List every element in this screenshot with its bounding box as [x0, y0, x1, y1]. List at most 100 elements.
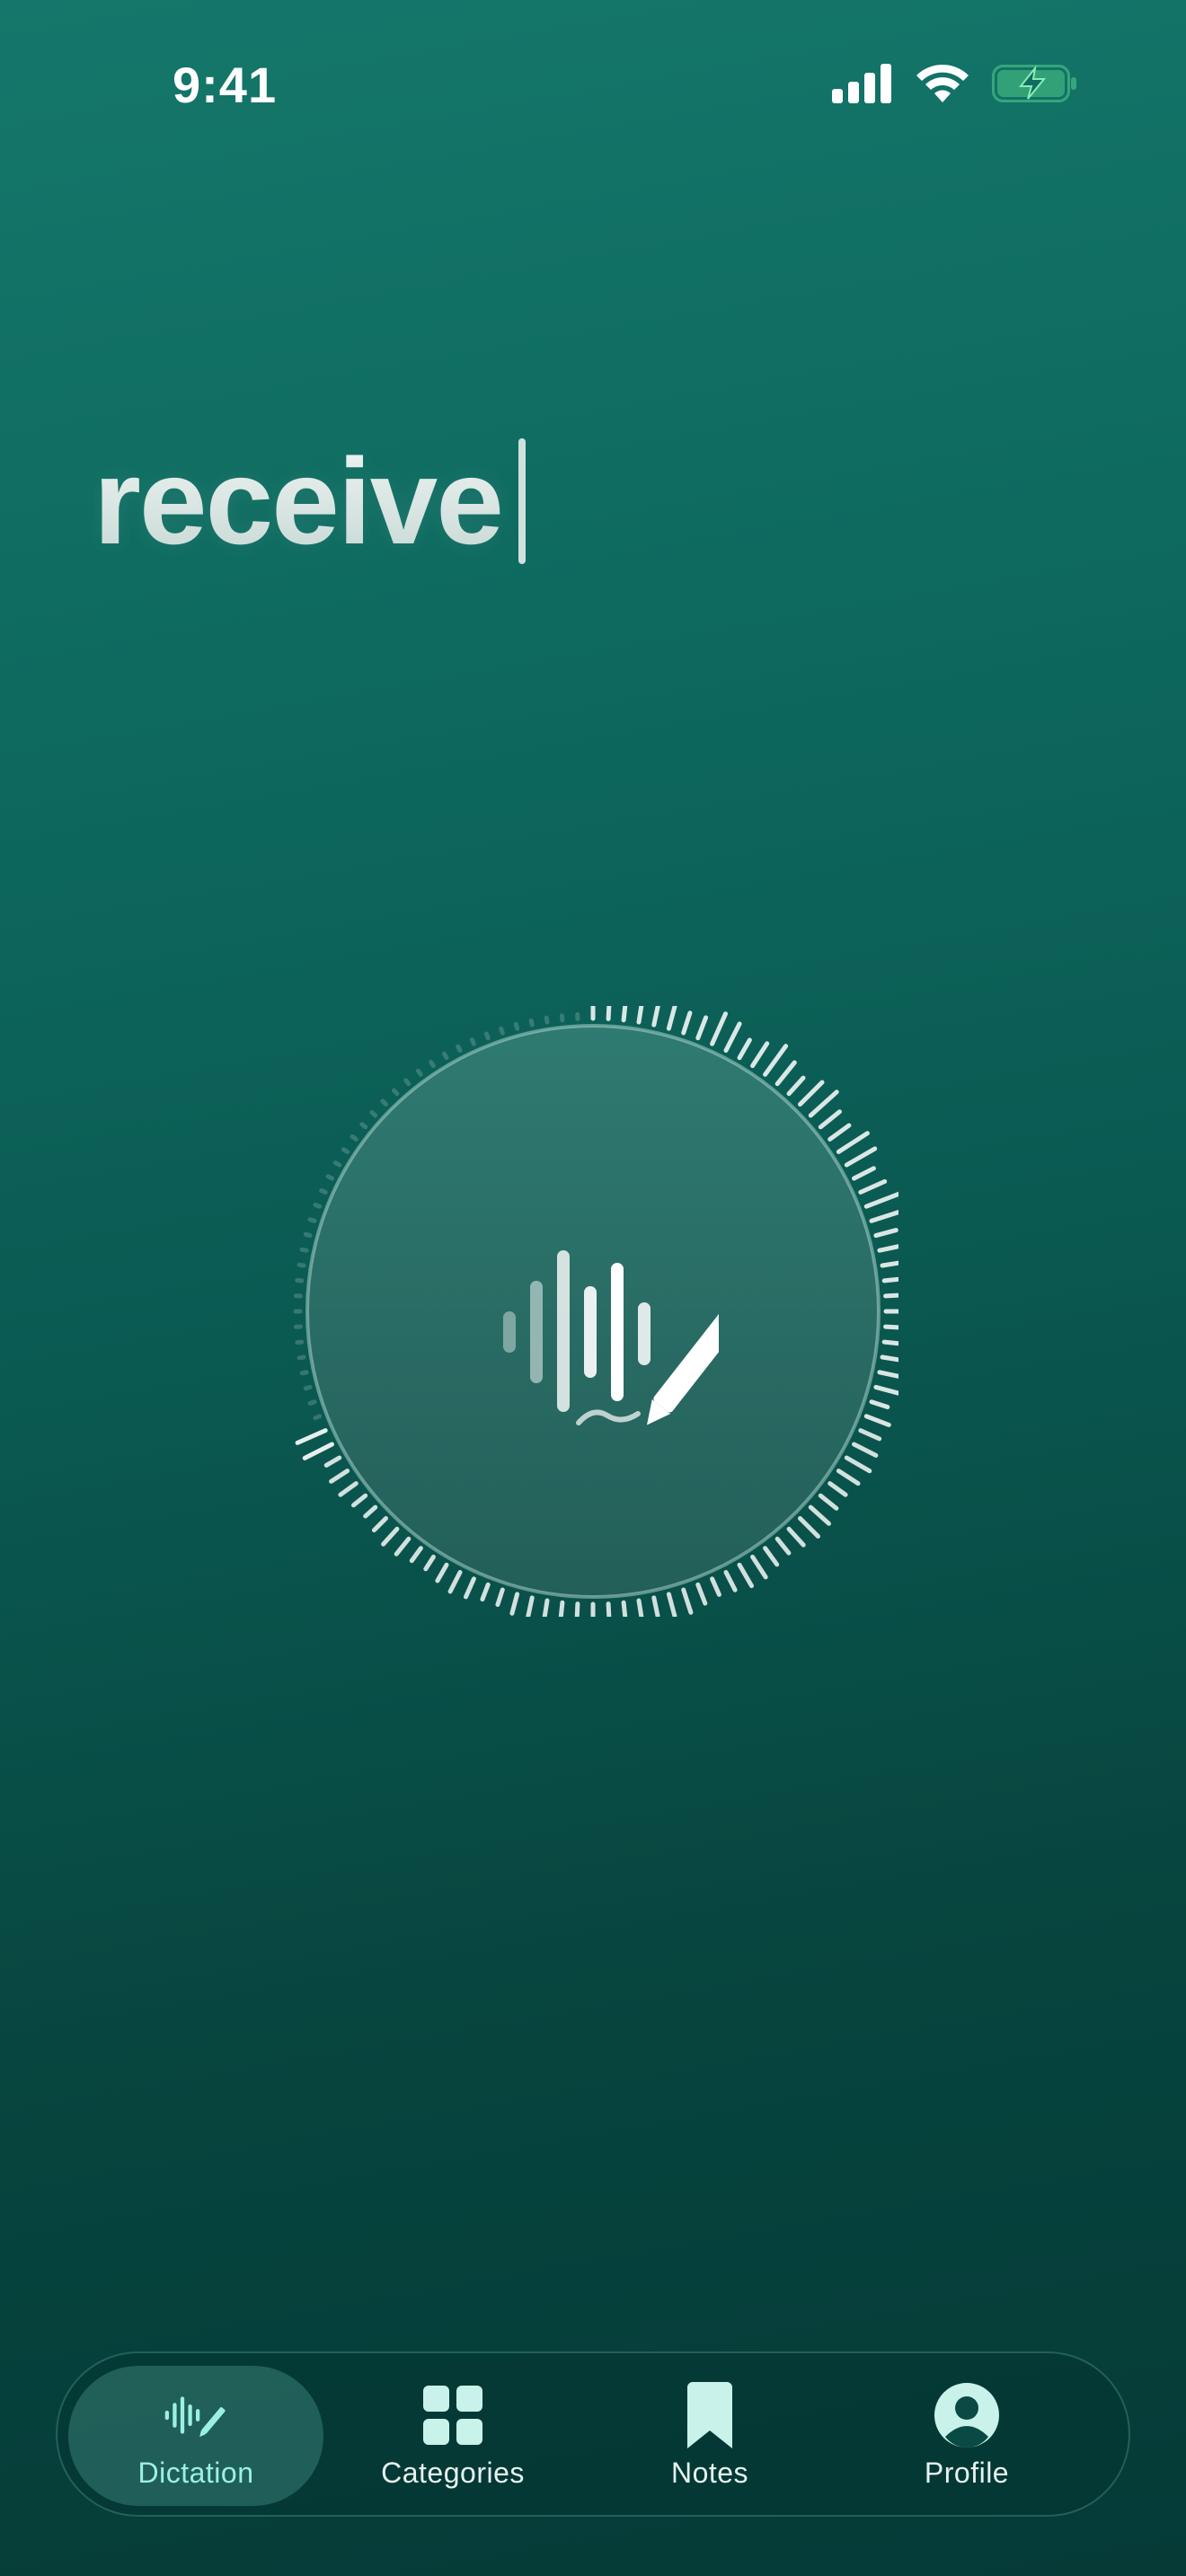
audio-level-tick — [307, 1399, 317, 1406]
audio-level-tick — [394, 1536, 412, 1557]
tab-label: Profile — [924, 2456, 1010, 2489]
person-circle-icon — [934, 2382, 999, 2448]
audio-level-tick — [818, 1109, 842, 1130]
audio-level-tick — [295, 1428, 328, 1445]
dictation-text-area[interactable]: receive — [93, 438, 526, 564]
text-cursor — [518, 438, 526, 564]
audio-level-tick — [325, 1174, 334, 1181]
audio-level-tick — [818, 1493, 839, 1511]
wifi-icon — [916, 64, 969, 102]
audio-level-tick — [844, 1455, 872, 1474]
audio-level-tick — [877, 1244, 898, 1253]
audio-level-tick — [499, 1026, 505, 1036]
audio-level-tick — [836, 1131, 870, 1154]
audio-level-tick — [858, 1178, 888, 1195]
audio-level-tick — [429, 1059, 436, 1069]
audio-level-tick — [329, 1469, 350, 1484]
audio-level-tick — [852, 1442, 879, 1458]
audio-level-tick — [863, 1191, 898, 1209]
tab-profile[interactable]: Profile — [839, 2366, 1094, 2506]
audio-level-tick — [542, 1598, 550, 1617]
audio-level-tick — [456, 1044, 463, 1053]
audio-level-tick — [695, 1015, 709, 1041]
status-time: 9:41 — [173, 57, 278, 113]
audio-level-tick — [351, 1493, 368, 1508]
audio-level-tick — [828, 1123, 852, 1142]
audio-level-tick — [606, 1601, 612, 1617]
audio-level-tick — [869, 1399, 890, 1409]
tab-dictation[interactable]: Dictation — [68, 2366, 323, 2506]
audio-level-tick — [774, 1536, 792, 1556]
audio-level-tick — [447, 1570, 463, 1594]
audio-level-tick — [880, 1354, 898, 1363]
audio-level-tick — [371, 1516, 388, 1533]
audio-level-tick — [621, 1006, 628, 1023]
tab-notes[interactable]: Notes — [582, 2366, 837, 2506]
audio-level-tick — [651, 1595, 660, 1617]
audio-level-tick — [798, 1080, 825, 1107]
audio-level-tick — [666, 1592, 677, 1617]
audio-level-tick — [299, 1370, 309, 1376]
audio-level-tick — [763, 1546, 780, 1567]
audio-level-tick — [442, 1051, 449, 1061]
audio-level-tick — [750, 1041, 770, 1069]
audio-level-tick — [636, 1006, 644, 1025]
status-icons — [832, 63, 1078, 104]
waveform-pencil-icon — [503, 1250, 719, 1425]
audio-level-tick — [296, 1262, 306, 1268]
audio-level-tick — [836, 1469, 861, 1486]
audio-level-tick — [710, 1011, 728, 1046]
audio-level-tick — [464, 1576, 476, 1600]
audio-level-tick — [558, 1600, 565, 1617]
audio-level-tick — [338, 1481, 358, 1497]
tab-categories[interactable]: Categories — [325, 2366, 580, 2506]
audio-level-tick — [483, 1031, 491, 1041]
status-bar: 9:41 — [0, 0, 1186, 171]
audio-level-tick — [296, 1354, 306, 1361]
audio-level-tick — [681, 1587, 694, 1615]
audio-level-tick — [302, 1442, 334, 1460]
audio-level-tick — [544, 1015, 550, 1025]
audio-level-tick — [877, 1370, 898, 1379]
record-button[interactable] — [305, 1024, 881, 1599]
audio-level-tick — [808, 1090, 839, 1118]
audio-level-tick — [409, 1546, 423, 1564]
audio-level-tick — [528, 1018, 535, 1028]
audio-level-tick — [423, 1554, 436, 1572]
audio-level-tick — [509, 1592, 520, 1616]
audio-level-tick — [844, 1146, 878, 1168]
audio-level-tick — [381, 1526, 400, 1547]
audio-level-tick — [786, 1075, 806, 1097]
audio-level-tick — [798, 1516, 820, 1539]
audio-level-tick — [723, 1570, 738, 1592]
audio-level-tick — [313, 1414, 323, 1421]
audio-level-tick — [883, 1292, 898, 1299]
audio-level-tick — [332, 1160, 342, 1168]
audio-level-tick — [392, 1088, 400, 1097]
audio-level-tick — [369, 1110, 378, 1118]
audio-level-tick — [695, 1582, 708, 1606]
dictation-text: receive — [93, 433, 504, 569]
audio-level-tick — [852, 1166, 876, 1181]
record-area — [288, 1006, 898, 1617]
audio-level-tick — [313, 1202, 323, 1209]
audio-level-tick — [295, 1277, 305, 1284]
audio-level-tick — [303, 1384, 313, 1391]
audio-level-tick — [299, 1247, 309, 1253]
audio-level-tick — [873, 1384, 898, 1396]
audio-level-tick — [828, 1481, 848, 1497]
audio-level-tick — [881, 1276, 898, 1284]
audio-level-tick — [295, 1339, 305, 1345]
audio-level-tick — [681, 1010, 693, 1036]
battery-charging-icon — [992, 65, 1076, 102]
audio-level-tick — [495, 1587, 505, 1607]
audio-level-tick — [359, 1122, 368, 1130]
tab-label: Dictation — [137, 2456, 254, 2489]
audio-level-tick — [350, 1134, 358, 1142]
audio-level-tick — [786, 1526, 806, 1548]
tab-bar: Dictation Categories Notes Profile — [56, 2351, 1130, 2517]
audio-level-tick — [319, 1187, 328, 1195]
audio-level-tick — [323, 1455, 342, 1468]
audio-level-tick — [666, 1006, 677, 1031]
audio-level-tick — [636, 1598, 644, 1617]
